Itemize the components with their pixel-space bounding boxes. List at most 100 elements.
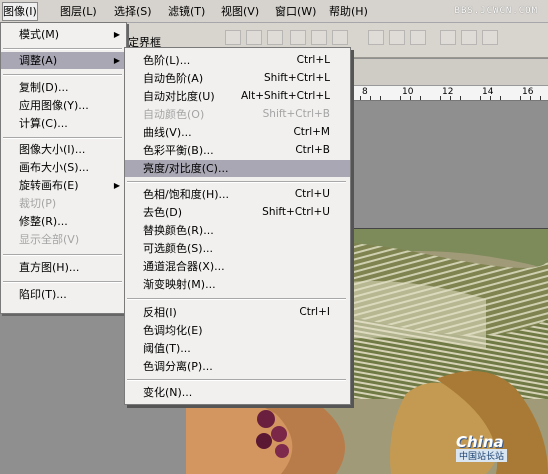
watermark-text: BBS.JCWCN.COM [454, 6, 538, 16]
menu-separator [3, 281, 122, 283]
submenu-item-selective-color[interactable]: 可选颜色(S)... [125, 240, 350, 257]
menu-select[interactable]: 选择(S) [114, 4, 152, 20]
ruler-tick [360, 96, 361, 100]
menu-item-trap[interactable]: 陷印(T)... [1, 286, 126, 303]
submenu-item-curves[interactable]: 曲线(V)... Ctrl+M [125, 124, 350, 141]
menu-window[interactable]: 窗口(W) [275, 4, 316, 20]
menu-item-label: 调整(A) [19, 54, 58, 67]
china-z-logo: China 中国站长站 [456, 433, 508, 462]
palette-well [350, 59, 548, 86]
menu-item-label: 曲线(V)... [143, 126, 192, 139]
menu-view[interactable]: 视图(V) [221, 4, 259, 20]
submenu-item-auto-color[interactable]: 自动颜色(O) Shift+Ctrl+B [125, 106, 350, 123]
submenu-item-auto-levels[interactable]: 自动色阶(A) Shift+Ctrl+L [125, 70, 350, 87]
distribute-hcenter-icon[interactable] [461, 30, 477, 45]
shortcut-label: Shift+Ctrl+U [262, 206, 330, 218]
menu-separator [3, 74, 122, 76]
submenu-item-auto-contrast[interactable]: 自动对比度(U) Alt+Shift+Ctrl+L [125, 88, 350, 105]
menu-item-adjustments[interactable]: 调整(A) ▶ [1, 52, 126, 69]
menu-item-label: 反相(I) [143, 306, 177, 319]
distribute-top-icon[interactable] [368, 30, 384, 45]
menu-item-label: 陷印(T)... [19, 288, 67, 301]
submenu-item-variations[interactable]: 变化(N)... [125, 384, 350, 401]
align-vcenter-icon[interactable] [246, 30, 262, 45]
distribute-bottom-icon[interactable] [410, 30, 426, 45]
ruler-label: 8 [362, 87, 368, 97]
shortcut-label: Ctrl+L [296, 54, 330, 66]
menu-item-rotate-canvas[interactable]: 旋转画布(E) ▶ [1, 177, 126, 194]
distribute-buttons-group [368, 30, 426, 46]
menu-item-label: 自动颜色(O) [143, 108, 205, 121]
menu-item-label: 替换颜色(R)... [143, 224, 214, 237]
ruler-tick [450, 96, 451, 100]
submenu-item-hue-saturation[interactable]: 色相/饱和度(H)... Ctrl+U [125, 186, 350, 203]
menu-separator [127, 181, 346, 183]
menu-item-label: 色彩平衡(B)... [143, 144, 214, 157]
shortcut-label: Ctrl+I [299, 306, 330, 318]
align-top-icon[interactable] [225, 30, 241, 45]
ruler-tick [380, 96, 381, 100]
menu-item-label: 自动色阶(A) [143, 72, 204, 85]
align-hcenter-icon[interactable] [311, 30, 327, 45]
submenu-item-equalize[interactable]: 色调均化(E) [125, 322, 350, 339]
menu-item-label: 应用图像(Y)... [19, 99, 89, 112]
menu-item-reveal-all[interactable]: 显示全部(V) [1, 231, 126, 248]
menu-item-label: 亮度/对比度(C)... [143, 162, 229, 175]
ruler-tick [540, 96, 541, 100]
menu-item-histogram[interactable]: 直方图(H)... [1, 259, 126, 276]
ruler-tick [370, 96, 371, 100]
menu-item-apply-image[interactable]: 应用图像(Y)... [1, 97, 126, 114]
menu-item-label: 阈值(T)... [143, 342, 191, 355]
submenu-arrow-icon: ▶ [113, 181, 120, 190]
menu-separator [3, 254, 122, 256]
menu-bar: 图像(I) 图层(L) 选择(S) 滤镜(T) 视图(V) 窗口(W) 帮助(H… [0, 0, 548, 23]
ruler-tick [400, 96, 401, 100]
ruler-label: 10 [402, 87, 414, 97]
menu-image[interactable]: 图像(I) [2, 2, 38, 21]
menu-item-crop[interactable]: 裁切(P) [1, 195, 126, 212]
horizontal-ruler: 8 10 12 14 16 [350, 86, 548, 101]
ruler-label: 16 [522, 87, 534, 97]
image-menu: 模式(M) ▶ 调整(A) ▶ 复制(D)... 应用图像(Y)... 计算(C… [0, 22, 127, 314]
align-bottom-icon[interactable] [267, 30, 283, 45]
align-h-buttons-group [290, 30, 348, 46]
menu-item-mode[interactable]: 模式(M) ▶ [1, 26, 126, 43]
menu-help[interactable]: 帮助(H) [329, 4, 368, 20]
menu-item-duplicate[interactable]: 复制(D)... [1, 79, 126, 96]
submenu-item-posterize[interactable]: 色调分离(P)... [125, 358, 350, 375]
submenu-item-color-balance[interactable]: 色彩平衡(B)... Ctrl+B [125, 142, 350, 159]
distribute-right-icon[interactable] [482, 30, 498, 45]
menu-item-trim[interactable]: 修整(R)... [1, 213, 126, 230]
menu-item-label: 图像大小(I)... [19, 143, 86, 156]
menu-filter[interactable]: 滤镜(T) [168, 4, 205, 20]
submenu-arrow-icon: ▶ [113, 56, 120, 65]
menu-item-calculations[interactable]: 计算(C)... [1, 115, 126, 132]
menu-item-canvas-size[interactable]: 画布大小(S)... [1, 159, 126, 176]
shortcut-label: Shift+Ctrl+L [264, 72, 330, 84]
menu-item-label: 色阶(L)... [143, 54, 191, 67]
submenu-item-replace-color[interactable]: 替换颜色(R)... [125, 222, 350, 239]
menu-item-label: 裁切(P) [19, 197, 57, 210]
submenu-item-invert[interactable]: 反相(I) Ctrl+I [125, 304, 350, 321]
menu-item-label: 变化(N)... [143, 386, 193, 399]
ruler-tick [530, 96, 531, 100]
ruler-tick [520, 96, 521, 100]
submenu-item-levels[interactable]: 色阶(L)... Ctrl+L [125, 52, 350, 69]
submenu-item-desaturate[interactable]: 去色(D) Shift+Ctrl+U [125, 204, 350, 221]
submenu-item-brightness-contrast[interactable]: 亮度/对比度(C)... [125, 160, 350, 177]
ruler-tick [480, 96, 481, 100]
align-right-icon[interactable] [332, 30, 348, 45]
submenu-item-channel-mixer[interactable]: 通道混合器(X)... [125, 258, 350, 275]
menu-layer[interactable]: 图层(L) [60, 4, 97, 20]
menu-item-label: 直方图(H)... [19, 261, 80, 274]
menu-separator [127, 379, 346, 381]
distribute-vcenter-icon[interactable] [389, 30, 405, 45]
submenu-item-gradient-map[interactable]: 渐变映射(M)... [125, 276, 350, 293]
distribute-left-icon[interactable] [440, 30, 456, 45]
submenu-item-threshold[interactable]: 阈值(T)... [125, 340, 350, 357]
logo-tagline-text: 中国站长站 [456, 449, 508, 462]
menu-separator [3, 137, 122, 139]
menu-item-image-size[interactable]: 图像大小(I)... [1, 141, 126, 158]
distribute-h-buttons-group [440, 30, 498, 46]
align-left-icon[interactable] [290, 30, 306, 45]
